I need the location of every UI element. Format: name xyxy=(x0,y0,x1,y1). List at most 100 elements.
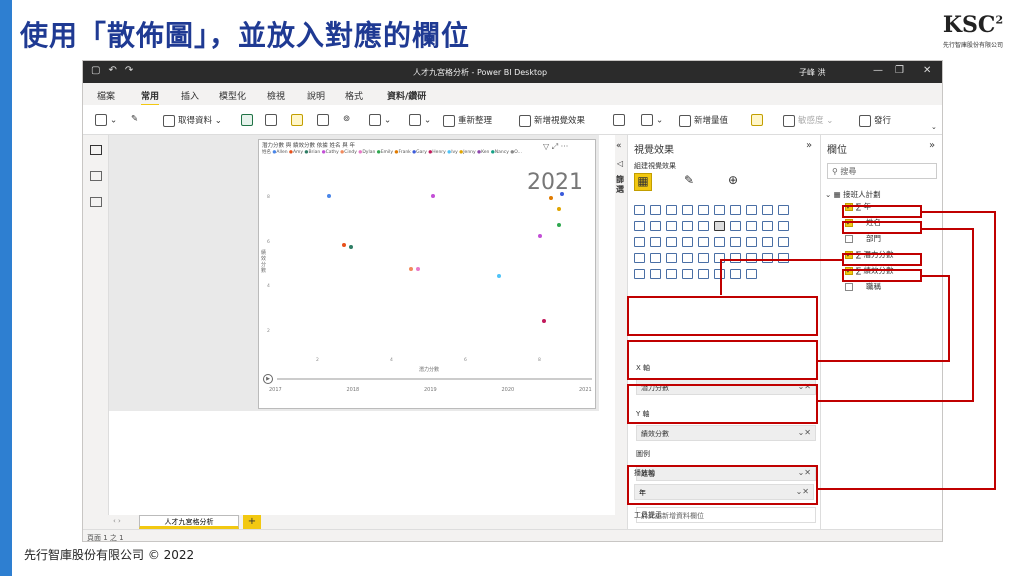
data-hub-icon[interactable] xyxy=(265,114,280,126)
visual-type-icon[interactable] xyxy=(730,205,741,215)
restore-icon[interactable]: ❐ xyxy=(895,65,904,76)
visual-type-icon[interactable] xyxy=(634,269,645,279)
quick-measure-icon[interactable] xyxy=(751,114,766,126)
play-year-label[interactable]: 2020 xyxy=(502,387,515,393)
recent-sources-icon[interactable]: ⌄ xyxy=(369,114,391,126)
publish-button[interactable]: 發行 xyxy=(859,114,891,127)
scatter-point[interactable] xyxy=(497,274,502,279)
expand-right-icon[interactable]: » xyxy=(929,140,935,151)
visual-type-icon[interactable] xyxy=(762,253,773,263)
field-item[interactable]: 部門 xyxy=(845,233,881,244)
sql-icon[interactable] xyxy=(291,114,306,126)
visual-type-icon[interactable] xyxy=(730,269,741,279)
play-year-label[interactable]: 2017 xyxy=(269,387,282,393)
excel-icon[interactable] xyxy=(241,114,256,126)
visual-type-icon[interactable] xyxy=(650,253,661,263)
scatter-point[interactable] xyxy=(430,194,435,199)
visual-type-icon[interactable] xyxy=(666,253,677,263)
legend-item[interactable]: ●Cindy xyxy=(340,150,358,155)
legend-item[interactable]: ●Nancy xyxy=(491,150,510,155)
dataverse-icon[interactable]: ⊚ xyxy=(343,114,350,124)
field-item[interactable]: 職稱 xyxy=(845,281,881,292)
visual-type-icon[interactable] xyxy=(666,237,677,247)
legend-item[interactable]: ●Brian xyxy=(305,150,322,155)
visual-type-icon[interactable] xyxy=(666,269,677,279)
tab-file[interactable]: 檔案 xyxy=(97,89,115,102)
data-view-icon[interactable] xyxy=(90,171,102,181)
collapse-left-icon[interactable]: « xyxy=(616,141,622,151)
tab-format[interactable]: 格式 xyxy=(345,89,363,102)
visual-type-icon[interactable] xyxy=(682,237,693,247)
format-painter-icon[interactable]: ✎ xyxy=(131,114,138,124)
visual-type-icon[interactable] xyxy=(730,237,741,247)
visual-type-icon[interactable] xyxy=(762,237,773,247)
scatter-point[interactable] xyxy=(560,191,565,196)
legend-item[interactable]: ●Ivy xyxy=(447,150,459,155)
expand-right-icon[interactable]: » xyxy=(806,140,812,151)
visual-type-icon[interactable] xyxy=(778,221,789,231)
build-visual-tab-icon[interactable]: ▦ xyxy=(634,173,652,191)
legend-item[interactable]: ●O... xyxy=(510,150,522,155)
more-visuals-icon[interactable]: ⌄ xyxy=(641,114,663,126)
visual-type-icon[interactable] xyxy=(650,205,661,215)
visual-type-icon[interactable] xyxy=(730,221,741,231)
visual-type-icon[interactable] xyxy=(650,237,661,247)
scatter-point[interactable] xyxy=(327,194,332,199)
visual-type-icon[interactable] xyxy=(778,205,789,215)
user-name[interactable]: 子峰 洪 xyxy=(799,67,826,78)
visual-type-icon[interactable] xyxy=(698,237,709,247)
tab-modeling[interactable]: 模型化 xyxy=(219,89,246,102)
visual-type-icon[interactable] xyxy=(666,205,677,215)
visual-type-icon[interactable] xyxy=(778,253,789,263)
legend-item[interactable]: ●Gary xyxy=(412,150,428,155)
play-axis-track[interactable] xyxy=(277,378,592,380)
visual-type-icon[interactable] xyxy=(746,237,757,247)
visual-type-icon[interactable] xyxy=(746,221,757,231)
text-box-icon[interactable] xyxy=(613,114,628,126)
minimize-icon[interactable]: — xyxy=(873,65,883,76)
visual-type-icon[interactable] xyxy=(682,221,693,231)
remove-field-icon[interactable]: ⌄✕ xyxy=(798,428,811,437)
visual-type-icon[interactable] xyxy=(650,221,661,231)
legend-item[interactable]: ●Dylan xyxy=(358,150,376,155)
fields-search-input[interactable]: ⚲ 搜尋 xyxy=(827,163,937,179)
visual-type-icon[interactable] xyxy=(714,205,725,215)
new-measure-button[interactable]: 新增量值 xyxy=(679,114,728,127)
visual-type-icon[interactable] xyxy=(698,205,709,215)
refresh-button[interactable]: 重新整理 xyxy=(443,114,492,127)
legend-item[interactable]: ●Amy xyxy=(289,150,305,155)
visual-type-icon[interactable] xyxy=(698,269,709,279)
play-year-label[interactable]: 2019 xyxy=(424,387,437,393)
new-visual-button[interactable]: 新增視覺效果 xyxy=(519,114,585,127)
visual-type-icon[interactable] xyxy=(778,237,789,247)
model-view-icon[interactable] xyxy=(90,197,102,207)
visual-type-icon[interactable] xyxy=(634,221,645,231)
report-view-icon[interactable] xyxy=(90,145,102,155)
visual-type-icon[interactable] xyxy=(682,253,693,263)
tab-view[interactable]: 檢視 xyxy=(267,89,285,102)
scatter-point[interactable] xyxy=(541,318,546,323)
scatter-point[interactable] xyxy=(415,267,420,272)
table-node[interactable]: ⌄ ▦ 接班人計劃 xyxy=(825,189,881,200)
visual-type-icon[interactable] xyxy=(746,205,757,215)
visual-type-icon[interactable] xyxy=(698,253,709,263)
visual-type-icon[interactable] xyxy=(634,205,645,215)
visual-type-icon[interactable] xyxy=(762,205,773,215)
scatter-point[interactable] xyxy=(349,245,354,250)
play-button[interactable]: ▶ xyxy=(263,374,273,384)
report-canvas[interactable]: 潛力分數 與 績效分數 依據 姓名 與 年 姓名 ●Allen ●Amy ●Br… xyxy=(109,135,615,515)
scatter-point[interactable] xyxy=(408,267,413,272)
filters-collapsed[interactable]: « ◁ 篩選 xyxy=(615,135,627,515)
visual-type-icon[interactable] xyxy=(682,269,693,279)
quick-access-icons[interactable]: ▢↶↷ xyxy=(91,65,141,76)
tab-home[interactable]: 常用 xyxy=(141,89,160,106)
filter-toggle-icon[interactable]: ◁ xyxy=(617,159,623,168)
visual-type-icon[interactable] xyxy=(762,221,773,231)
visual-type-icon[interactable] xyxy=(634,237,645,247)
paste-icon[interactable]: ⌄ xyxy=(95,114,117,126)
close-icon[interactable]: ✕ xyxy=(923,65,931,76)
scatter-chart-visual[interactable]: 潛力分數 與 績效分數 依據 姓名 與 年 姓名 ●Allen ●Amy ●Br… xyxy=(258,139,596,409)
sensitivity-button[interactable]: 敏感度 ⌄ xyxy=(783,114,833,127)
legend-item[interactable]: ●Frank xyxy=(395,150,413,155)
legend-item[interactable]: ●Ken xyxy=(477,150,491,155)
